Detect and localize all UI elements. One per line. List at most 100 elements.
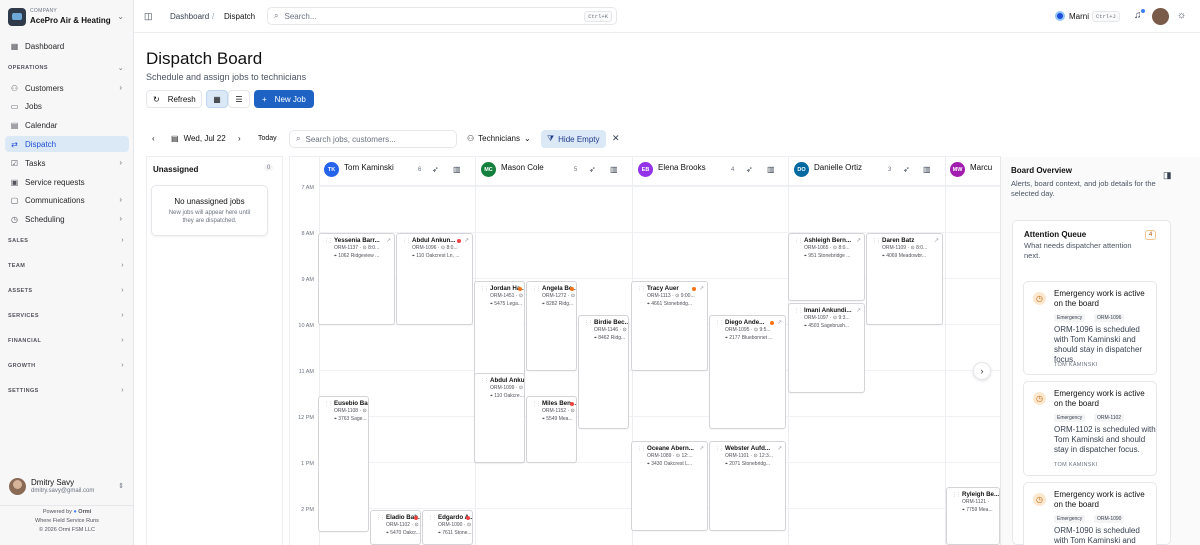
send-icon[interactable]: ➶ [432,165,439,174]
job-card[interactable]: ⋮⋮ Tracy Auer ↗ ORM-1113 · ⊙ 9:00... ⌖ 4661 … [631,281,708,371]
job-card[interactable]: ⋮⋮ Diego Ande... ↗ ORM-1095 · ⊙ 9:5... ⌖ 217… [709,315,786,429]
technician-header[interactable]: MC Mason Cole 5 ➶ ▥ [481,160,631,180]
today-button[interactable]: Today [258,135,277,142]
send-icon[interactable]: ➶ [746,165,753,174]
drag-handle-icon[interactable]: ⋮⋮ [324,238,333,244]
theme-toggle-icon[interactable]: ☼ [1177,10,1186,21]
sidebar-item-jobs[interactable]: ▭ Jobs [5,98,129,114]
map-icon[interactable]: ▥ [767,165,775,174]
sidebar-toggle-icon[interactable]: ◫ [144,11,153,22]
assistant-name[interactable]: Marni [1069,12,1089,21]
alert-card[interactable]: ◷ Emergency work is active on the board … [1023,281,1157,375]
clear-filters-icon[interactable]: ✕ [612,133,620,144]
section-team[interactable]: TEAM › [8,262,126,269]
technician-header[interactable]: DO Danielle Ortiz 3 ➶ ▥ [794,160,944,180]
avatar[interactable] [1152,8,1169,25]
job-card[interactable]: ⋮⋮ Edgardo A... ORM-1090 · ⊙ ⌖ 7611 Stone..… [422,510,473,545]
new-job-button[interactable]: + New Job [254,90,314,108]
section-settings[interactable]: SETTINGS › [8,387,126,394]
map-icon[interactable]: ▥ [453,165,461,174]
external-link-icon[interactable]: ↗ [856,307,861,314]
drag-handle-icon[interactable]: ⋮⋮ [480,378,489,384]
sidebar-item-customers[interactable]: ⚇ Customers › [5,80,129,96]
section-sales[interactable]: SALES › [8,237,126,244]
job-card[interactable]: ⋮⋮ Webster Aufd... ↗ ORM-1101 · ⊙ 12:3... ⌖ … [709,441,786,531]
sidebar-item-scheduling[interactable]: ◷ Scheduling › [5,211,129,227]
refresh-button[interactable]: ↻ Refresh [146,90,202,108]
drag-handle-icon[interactable]: ⋮⋮ [952,492,961,498]
sidebar-item-tasks[interactable]: ☑ Tasks › [5,155,129,171]
section-financial[interactable]: FINANCIAL › [8,337,126,344]
job-search-input[interactable]: ⌕ Search jobs, customers... [289,130,457,148]
drag-handle-icon[interactable]: ⋮⋮ [794,238,803,244]
external-link-icon[interactable]: ↗ [777,319,782,326]
collapse-panel-icon[interactable]: ◨ [1163,170,1172,181]
breadcrumb-dashboard[interactable]: Dashboard [170,12,209,21]
external-link-icon[interactable]: ↗ [386,237,391,244]
alert-card[interactable]: ◷ Emergency work is active on the board … [1023,381,1157,476]
list-view-toggle[interactable]: ☰ [228,90,250,108]
job-card[interactable]: ⋮⋮ Oceane Abern... ↗ ORM-1089 · ⊙ 12:... ⌖ 3… [631,441,708,531]
company-switcher[interactable]: COMPANY AcePro Air & Heating ⌄ [8,7,126,27]
drag-handle-icon[interactable]: ⋮⋮ [637,446,646,452]
drag-handle-icon[interactable]: ⋮⋮ [715,446,724,452]
drag-handle-icon[interactable]: ⋮⋮ [637,286,646,292]
job-card[interactable]: ⋮⋮ Ashleigh Bern... ↗ ORM-1065 · ⊙ 8:0... ⌖ … [788,233,865,301]
section-growth[interactable]: GROWTH › [8,362,126,369]
external-link-icon[interactable]: ↗ [777,445,782,452]
external-link-icon[interactable]: ↗ [699,445,704,452]
drag-handle-icon[interactable]: ⋮⋮ [794,308,803,314]
drag-handle-icon[interactable]: ⋮⋮ [480,286,489,292]
global-search[interactable]: ⌕ Search... Ctrl+K [267,7,617,25]
prev-day-icon[interactable]: ‹ [152,134,155,143]
drag-handle-icon[interactable]: ⋮⋮ [532,401,541,407]
job-card[interactable]: ⋮⋮ Ryleigh Be... ORM-1121 · ⌖ 7759 Mea... [946,487,1000,545]
drag-handle-icon[interactable]: ⋮⋮ [324,401,333,407]
sidebar-item-dispatch[interactable]: ⇄ Dispatch [5,136,129,152]
sidebar-item-calendar[interactable]: ▤ Calendar [5,117,129,133]
hide-empty-toggle[interactable]: ⧩ Hide Empty [541,130,606,148]
user-menu[interactable]: Dmitry Savy dmitry.savy@gmail.com ⇕ [9,477,127,499]
sidebar-item-service-requests[interactable]: ▣ Service requests [5,174,129,190]
sidebar-item-communications[interactable]: ▢ Communications › [5,192,129,208]
section-assets[interactable]: ASSETS › [8,287,126,294]
technician-header[interactable]: EB Elena Brooks 4 ➶ ▥ [638,160,788,180]
job-card[interactable]: ⋮⋮ Eladio Bah... ORM-1102 · ⊙ ⌖ 5470 Oakcr.… [370,510,421,545]
date-picker[interactable]: ▤ Wed, Jul 22 [171,134,226,143]
section-operations[interactable]: OPERATIONS ⌄ [8,65,126,72]
drag-handle-icon[interactable]: ⋮⋮ [872,238,881,244]
board-view-toggle[interactable]: ▦ [206,90,228,108]
external-link-icon[interactable]: ↗ [934,237,939,244]
alert-card[interactable]: ◷ Emergency work is active on the board … [1023,482,1157,545]
drag-handle-icon[interactable]: ⋮⋮ [428,515,437,521]
section-services[interactable]: SERVICES › [8,312,126,319]
job-card[interactable]: ⋮⋮ Miles Ben... ORM-1152 · ⊙ ⌖ 5549 Mea... [526,396,577,463]
drag-handle-icon[interactable]: ⋮⋮ [715,320,724,326]
job-card[interactable]: ⋮⋮Abdul Anku...ORM-1099 · ⊙ ⌖ 110 Oakcre.… [474,373,525,463]
send-icon[interactable]: ➶ [589,165,596,174]
job-card[interactable]: ⋮⋮Eusebio Bas...ORM-1108 · ⊙ ⌖ 3763 Sage.… [318,396,369,532]
scroll-right-icon[interactable]: › [973,362,991,380]
map-icon[interactable]: ▥ [923,165,931,174]
technician-header[interactable]: MW Marcu [950,160,998,180]
drag-handle-icon[interactable]: ⋮⋮ [584,320,593,326]
drag-handle-icon[interactable]: ⋮⋮ [402,238,411,244]
job-card[interactable]: ⋮⋮ Daren Batz ↗ ORM-1109 · ⊙ 8:0... ⌖ 4069 M… [866,233,943,325]
technicians-filter[interactable]: ⚇ Technicians ⌄ [467,134,531,143]
sidebar-item-dashboard[interactable]: ▦ Dashboard [5,38,129,54]
drag-handle-icon[interactable]: ⋮⋮ [376,515,385,521]
send-icon[interactable]: ➶ [903,165,910,174]
job-card[interactable]: ⋮⋮ Angela Be... ORM-1272 · ⊙ ⌖ 8282 Ridg... [526,281,577,371]
job-card[interactable]: ⋮⋮ Birdie Bec... ORM-1146 · ⊙ ⌖ 8462 Ridg..… [578,315,629,429]
job-card[interactable]: ⋮⋮ Imani Ankundi... ↗ ORM-1097 · ⊙ 9:3... ⌖ … [788,303,865,393]
job-card[interactable]: ⋮⋮ Abdul Ankun... ↗ ORM-1096 · ⊙ 8:0... ⌖ 11… [396,233,473,325]
job-card[interactable]: ⋮⋮ Yessenia Barr... ↗ ORM-1137 · ⊙ 8:0... ⌖ … [318,233,395,325]
assistant-icon[interactable] [1055,11,1065,21]
external-link-icon[interactable]: ↗ [699,285,704,292]
external-link-icon[interactable]: ↗ [464,237,469,244]
next-day-icon[interactable]: › [238,134,241,143]
drag-handle-icon[interactable]: ⋮⋮ [532,286,541,292]
technician-header[interactable]: TK Tom Kaminski 6 ➶ ▥ [324,160,474,180]
external-link-icon[interactable]: ↗ [856,237,861,244]
map-icon[interactable]: ▥ [610,165,618,174]
